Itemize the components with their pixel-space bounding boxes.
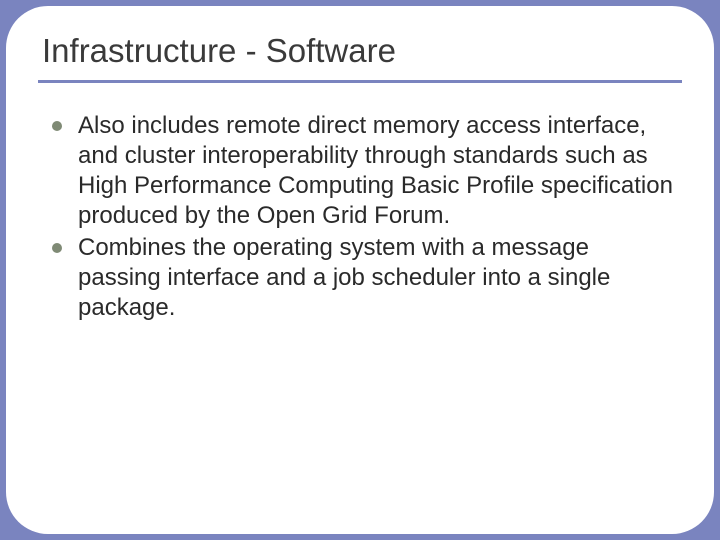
slide-title: Infrastructure - Software <box>42 32 678 70</box>
slide: Infrastructure - Software Also includes … <box>6 6 714 534</box>
title-underline <box>38 80 682 83</box>
list-item: Also includes remote direct memory acces… <box>50 111 678 231</box>
bullet-list: Also includes remote direct memory acces… <box>42 111 678 323</box>
list-item: Combines the operating system with a mes… <box>50 233 678 323</box>
